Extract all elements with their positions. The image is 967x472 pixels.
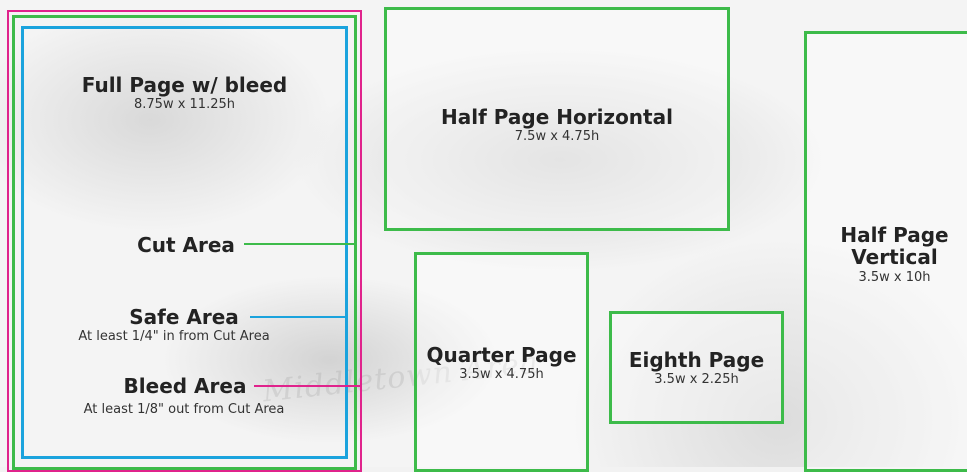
safe-area-leader-line (250, 316, 346, 318)
half-page-vertical-size: 3.5w x 10h (858, 270, 931, 285)
cut-area-leader-line (244, 243, 355, 245)
full-page-title: Full Page w/ bleed (81, 73, 288, 97)
eighth-page-box: Eighth Page 3.5w x 2.25h (609, 311, 784, 424)
safe-area-label: Safe Area (129, 305, 239, 329)
half-page-horizontal-title: Half Page Horizontal (441, 105, 673, 129)
full-page-size: 8.75w x 11.25h (134, 97, 235, 112)
quarter-page-size: 3.5w x 4.75h (459, 367, 544, 382)
half-page-vertical-title-line2: Vertical (851, 245, 938, 269)
half-page-vertical-title-line1: Half Page (840, 223, 949, 247)
half-page-horizontal-size: 7.5w x 4.75h (514, 129, 600, 144)
quarter-page-box: Quarter Page 3.5w x 4.75h (414, 252, 589, 472)
quarter-page-title: Quarter Page (426, 343, 577, 367)
cut-area-label: Cut Area (137, 233, 235, 257)
half-page-vertical-box: Half Page Vertical 3.5w x 10h (804, 31, 967, 472)
bleed-area-label: Bleed Area (123, 374, 247, 398)
eighth-page-title: Eighth Page (628, 348, 765, 372)
half-page-horizontal-box: Half Page Horizontal 7.5w x 4.75h (384, 7, 730, 231)
bleed-area-leader-line (254, 385, 361, 387)
safe-area-note: At least 1/4" in from Cut Area (78, 329, 270, 344)
eighth-page-size: 3.5w x 2.25h (654, 372, 739, 387)
bleed-area-note: At least 1/8" out from Cut Area (83, 402, 285, 417)
